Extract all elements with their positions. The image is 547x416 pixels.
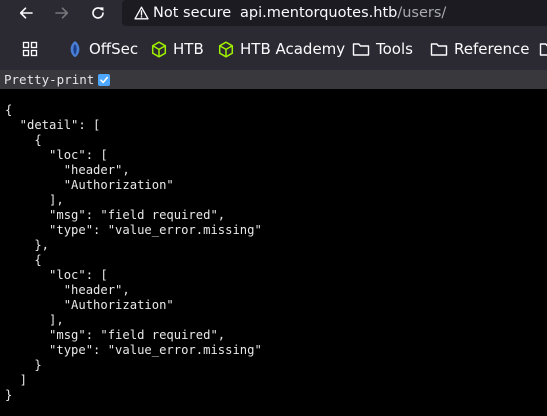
- bookmark-label: OffSec: [89, 40, 139, 58]
- bookmark-folder-overflow[interactable]: [539, 38, 547, 60]
- back-button[interactable]: [14, 2, 38, 24]
- bookmark-label: HTB: [173, 40, 204, 58]
- bookmark-label: HTB Academy: [240, 40, 346, 58]
- url-text[interactable]: api.mentorquotes.htb/users/: [240, 4, 446, 22]
- bookmarks-toolbar: OffSec HTB HTB Academy Tools Reference: [0, 26, 547, 70]
- bookmark-offsec[interactable]: OffSec: [67, 38, 138, 60]
- site-security-indicator[interactable]: Not secure: [134, 4, 231, 22]
- not-secure-label: Not secure: [153, 5, 232, 21]
- htb-cube-icon: [218, 40, 234, 58]
- htb-cube-icon: [151, 40, 167, 58]
- json-response-text: { "detail": [ { "loc": [ "header", "Auth…: [5, 103, 262, 402]
- bookmark-label: Tools: [376, 40, 413, 58]
- checkmark-icon: [100, 76, 109, 83]
- json-content-area: { "detail": [ { "loc": [ "header", "Auth…: [0, 89, 547, 416]
- forward-button[interactable]: [50, 2, 74, 24]
- url-domain: api.mentorquotes.htb: [240, 5, 398, 21]
- browser-window: Not secure api.mentorquotes.htb/users/ O…: [0, 0, 547, 416]
- bookmark-htb[interactable]: HTB: [151, 38, 204, 60]
- bookmark-folder-reference[interactable]: Reference: [430, 38, 530, 60]
- reload-button[interactable]: [86, 2, 110, 24]
- pretty-print-checkbox[interactable]: [98, 73, 111, 86]
- apps-grid-button[interactable]: [22, 38, 38, 60]
- offsec-icon: [67, 40, 83, 58]
- folder-icon: [430, 41, 448, 57]
- reload-icon: [92, 7, 104, 19]
- forward-arrow-icon: [55, 7, 69, 19]
- folder-icon: [352, 41, 370, 57]
- json-viewer-toolbar: Pretty-print: [0, 70, 547, 89]
- address-bar[interactable]: Not secure api.mentorquotes.htb/users/: [122, 0, 547, 26]
- bookmark-folder-tools[interactable]: Tools: [352, 38, 413, 60]
- navigation-toolbar: Not secure api.mentorquotes.htb/users/: [0, 0, 547, 26]
- folder-icon: [539, 41, 547, 57]
- warning-triangle-icon: [134, 6, 149, 20]
- back-arrow-icon: [19, 7, 33, 19]
- bookmark-htb-academy[interactable]: HTB Academy: [218, 38, 345, 60]
- pretty-print-label: Pretty-print: [4, 72, 95, 87]
- url-path: /users/: [397, 5, 447, 21]
- grid-icon: [22, 41, 38, 57]
- bookmark-label: Reference: [454, 40, 530, 58]
